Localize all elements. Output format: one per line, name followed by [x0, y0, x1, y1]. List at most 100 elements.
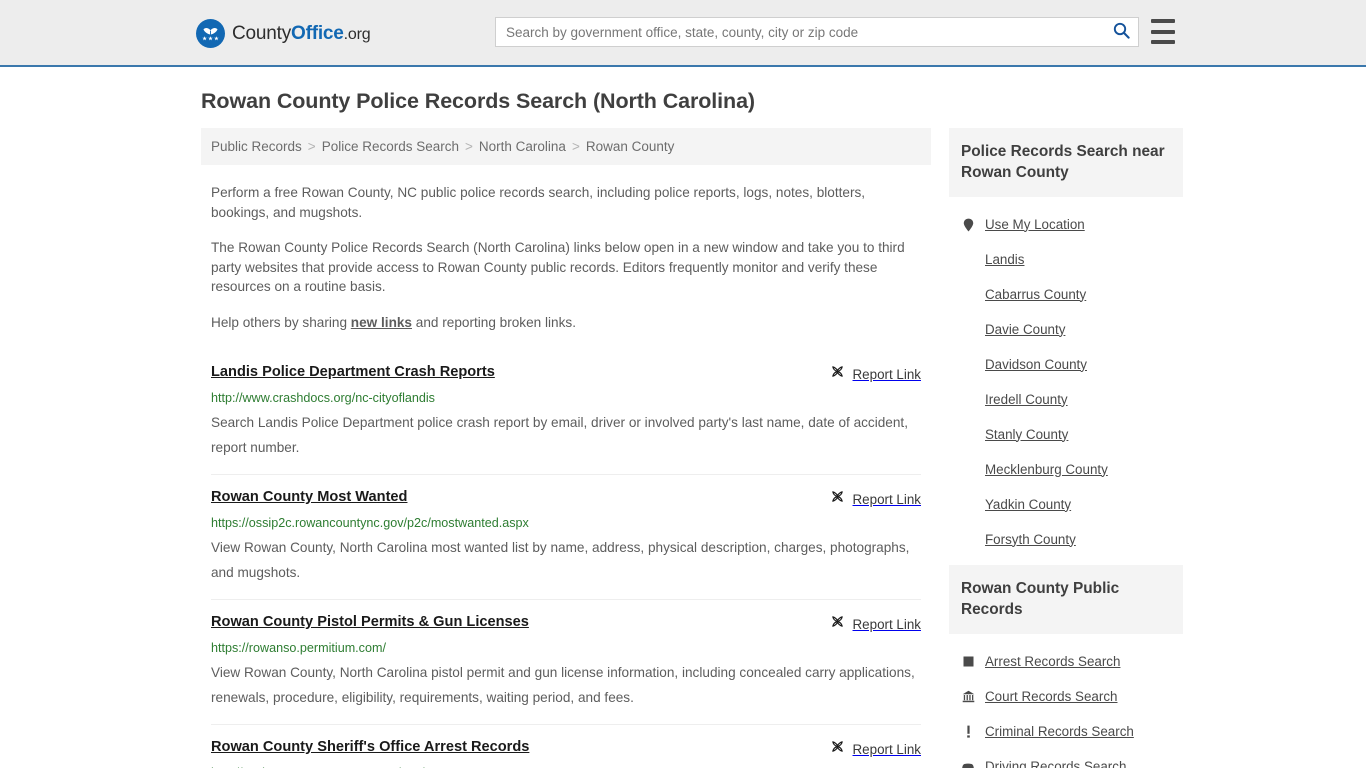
exclamation-icon	[961, 725, 975, 738]
list-item[interactable]: Use My Location	[961, 207, 1171, 242]
sidebar: Police Records Search near Rowan County …	[949, 128, 1183, 768]
courthouse-icon	[961, 690, 975, 703]
brand-part-county: County	[232, 22, 292, 44]
breadcrumb-item-north-carolina[interactable]: North Carolina	[479, 139, 566, 154]
search-icon	[1113, 22, 1130, 42]
intro-p3-before: Help others by sharing	[211, 314, 351, 330]
list-item[interactable]: Stanly County	[961, 417, 1171, 452]
broken-link-icon	[830, 489, 845, 509]
list-item[interactable]: Landis	[961, 242, 1171, 277]
search-bar[interactable]	[495, 17, 1139, 47]
sidebar-link-landis[interactable]: Landis	[985, 251, 1024, 269]
search-button[interactable]	[1104, 18, 1138, 46]
list-item[interactable]: Criminal Records Search	[961, 714, 1171, 749]
intro-paragraph-1: Perform a free Rowan County, NC public p…	[211, 185, 866, 220]
list-item[interactable]: Arrest Records Search	[961, 644, 1171, 679]
car-icon	[961, 762, 975, 768]
list-item[interactable]: Yadkin County	[961, 487, 1171, 522]
list-item[interactable]: Iredell County	[961, 382, 1171, 417]
new-links-link[interactable]: new links	[351, 315, 412, 330]
result-description: View Rowan County, North Carolina most w…	[211, 540, 910, 580]
site-logo[interactable]: CountyOffice.org	[196, 19, 371, 48]
result-item: Rowan County Pistol Permits & Gun Licens…	[211, 599, 921, 724]
report-link-button[interactable]: Report Link	[830, 363, 921, 384]
site-header: CountyOffice.org	[0, 0, 1366, 67]
result-title-link[interactable]: Rowan County Most Wanted	[211, 488, 407, 507]
result-header: Rowan County Sheriff's Office Arrest Rec…	[211, 738, 921, 759]
breadcrumb-item-rowan-county[interactable]: Rowan County	[586, 139, 675, 154]
breadcrumb-item-public-records[interactable]: Public Records	[211, 139, 302, 154]
sidebar-link-cabarrus-county[interactable]: Cabarrus County	[985, 286, 1086, 304]
square-icon	[961, 656, 975, 667]
breadcrumb-separator: >	[571, 139, 580, 154]
report-link-label: Report Link	[852, 616, 921, 632]
breadcrumb-separator: >	[465, 139, 473, 154]
map-pin-icon	[961, 218, 975, 232]
eagle-seal-icon	[196, 19, 225, 48]
report-link-label: Report Link	[852, 491, 921, 507]
result-title-link[interactable]: Landis Police Department Crash Reports	[211, 363, 495, 382]
result-title-link[interactable]: Rowan County Pistol Permits & Gun Licens…	[211, 613, 529, 632]
sidebar-nearby-list: Use My Location Landis Cabarrus County D…	[949, 197, 1183, 563]
report-link-label: Report Link	[852, 741, 921, 757]
result-item: Rowan County Sheriff's Office Arrest Rec…	[211, 724, 921, 768]
list-item[interactable]: Davie County	[961, 312, 1171, 347]
sidebar-link-iredell-county[interactable]: Iredell County	[985, 391, 1068, 409]
broken-link-icon	[830, 739, 845, 759]
report-link-label: Report Link	[852, 366, 921, 382]
hamburger-menu-button[interactable]	[1151, 19, 1175, 44]
sidebar-heading-public-records: Rowan County Public Records	[949, 565, 1183, 634]
list-item[interactable]: Driving Records Search	[961, 749, 1171, 768]
intro-text: Perform a free Rowan County, NC public p…	[201, 183, 931, 332]
sidebar-link-yadkin-county[interactable]: Yadkin County	[985, 496, 1071, 514]
breadcrumb: Public Records > Police Records Search >…	[201, 128, 931, 165]
sidebar-section-public-records: Rowan County Public Records Arrest Recor…	[949, 565, 1183, 768]
result-url-link[interactable]: http://www.crashdocs.org/nc-cityoflandis	[211, 390, 921, 406]
list-item[interactable]: Davidson County	[961, 347, 1171, 382]
result-url-link[interactable]: https://rowanso.permitium.com/	[211, 640, 921, 656]
sidebar-link-use-my-location[interactable]: Use My Location	[985, 216, 1085, 234]
list-item[interactable]: Cabarrus County	[961, 277, 1171, 312]
results-list: Landis Police Department Crash Reports R…	[201, 354, 931, 768]
brand-part-office: Office	[291, 22, 344, 44]
result-url-link[interactable]: https://ossip2c.rowancountync.gov/p2c/mo…	[211, 515, 921, 531]
result-title-link[interactable]: Rowan County Sheriff's Office Arrest Rec…	[211, 738, 529, 757]
broken-link-icon	[830, 614, 845, 634]
list-item[interactable]: Forsyth County	[961, 522, 1171, 557]
sidebar-heading-nearby: Police Records Search near Rowan County	[949, 128, 1183, 197]
intro-paragraph-2: The Rowan County Police Records Search (…	[211, 240, 905, 294]
sidebar-link-davie-county[interactable]: Davie County	[985, 321, 1065, 339]
brand-part-tld: .org	[343, 25, 371, 43]
result-header: Rowan County Pistol Permits & Gun Licens…	[211, 613, 921, 634]
sidebar-public-records-list: Arrest Records Search Court Records Sear…	[949, 634, 1183, 768]
main-content: Public Records > Police Records Search >…	[201, 128, 931, 768]
sidebar-link-court-records-search[interactable]: Court Records Search	[985, 688, 1117, 706]
hamburger-menu-icon	[1151, 29, 1175, 34]
sidebar-link-criminal-records-search[interactable]: Criminal Records Search	[985, 723, 1134, 741]
report-link-button[interactable]: Report Link	[830, 738, 921, 759]
page-title: Rowan County Police Records Search (Nort…	[201, 89, 755, 113]
intro-p3-after: and reporting broken links.	[412, 314, 576, 330]
intro-paragraph-3: Help others by sharing new links and rep…	[211, 313, 921, 333]
breadcrumb-item-police-records-search[interactable]: Police Records Search	[322, 139, 459, 154]
result-header: Rowan County Most Wanted Report Link	[211, 488, 921, 509]
hamburger-menu-icon	[1151, 40, 1175, 44]
sidebar-link-forsyth-county[interactable]: Forsyth County	[985, 531, 1076, 549]
sidebar-link-mecklenburg-county[interactable]: Mecklenburg County	[985, 461, 1108, 479]
result-header: Landis Police Department Crash Reports R…	[211, 363, 921, 384]
report-link-button[interactable]: Report Link	[830, 488, 921, 509]
sidebar-link-stanly-county[interactable]: Stanly County	[985, 426, 1068, 444]
list-item[interactable]: Court Records Search	[961, 679, 1171, 714]
search-input[interactable]	[496, 18, 1104, 46]
page-body: Rowan County Police Records Search (Nort…	[0, 67, 1366, 768]
breadcrumb-separator: >	[307, 139, 316, 154]
list-item[interactable]: Mecklenburg County	[961, 452, 1171, 487]
result-description: Search Landis Police Department police c…	[211, 415, 908, 455]
sidebar-section-nearby: Police Records Search near Rowan County …	[949, 128, 1183, 563]
sidebar-link-arrest-records-search[interactable]: Arrest Records Search	[985, 653, 1120, 671]
site-logo-text: CountyOffice.org	[232, 22, 371, 45]
sidebar-link-davidson-county[interactable]: Davidson County	[985, 356, 1087, 374]
sidebar-link-driving-records-search[interactable]: Driving Records Search	[985, 758, 1126, 768]
result-description: View Rowan County, North Carolina pistol…	[211, 665, 915, 705]
report-link-button[interactable]: Report Link	[830, 613, 921, 634]
